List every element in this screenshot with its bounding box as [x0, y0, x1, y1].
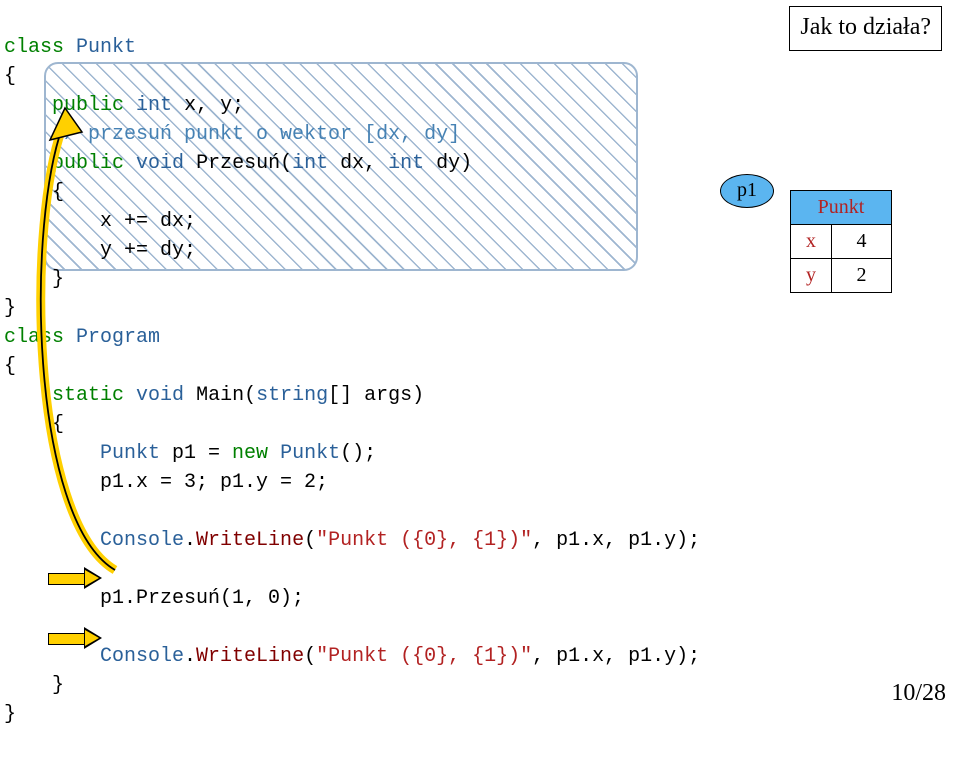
- comment-line: // przesuń punkt o wektor [dx, dy]: [52, 123, 460, 146]
- brace: }: [4, 674, 64, 697]
- var-decl: p1 =: [160, 442, 232, 465]
- object-field-row: x 4: [791, 225, 891, 258]
- writeline-method: WriteLine: [196, 529, 304, 552]
- object-field-value: 2: [832, 259, 891, 292]
- stmt-call: p1.Przesuń(1, 0);: [4, 587, 304, 610]
- object-reference-bubble: p1: [720, 174, 774, 208]
- code-listing: class Punkt { public int x, y; // przesu…: [4, 4, 700, 758]
- main-args: [] args): [328, 384, 424, 407]
- code-pre: class Punkt { public int x, y; // przesu…: [4, 33, 700, 729]
- stmt: y += dy;: [4, 239, 196, 262]
- object-field-row: y 2: [791, 258, 891, 292]
- kw-int: int: [292, 152, 328, 175]
- class-name-punkt: Punkt: [76, 36, 136, 59]
- console-class: Console: [100, 529, 184, 552]
- brace: {: [4, 355, 16, 378]
- brace: }: [4, 703, 16, 726]
- object-field-value: 4: [832, 225, 891, 258]
- object-class-header: Punkt: [791, 191, 891, 225]
- object-structure-box: Punkt x 4 y 2: [790, 190, 892, 293]
- field-decl: x, y;: [172, 94, 244, 117]
- stmt-assign: p1.x = 3; p1.y = 2;: [4, 471, 328, 494]
- kw-int: int: [136, 94, 172, 117]
- brace: }: [4, 297, 16, 320]
- kw-class: class: [4, 326, 64, 349]
- kw-int: int: [388, 152, 424, 175]
- wl-args: , p1.x, p1.y);: [532, 645, 700, 668]
- stmt: x += dx;: [4, 210, 196, 233]
- format-string: "Punkt ({0}, {1})": [316, 529, 532, 552]
- param-dy: dy): [424, 152, 472, 175]
- brace: {: [4, 65, 16, 88]
- kw-void: void: [136, 384, 184, 407]
- kw-new: new: [232, 442, 268, 465]
- page-number: 10/28: [891, 676, 946, 711]
- object-field-name: y: [791, 259, 832, 292]
- main-name: Main(: [184, 384, 256, 407]
- wl-args: , p1.x, p1.y);: [532, 529, 700, 552]
- brace: }: [4, 268, 64, 291]
- kw-public: public: [52, 152, 124, 175]
- kw-void: void: [136, 152, 184, 175]
- type-punkt: Punkt: [100, 442, 160, 465]
- class-name-program: Program: [76, 326, 160, 349]
- console-class: Console: [100, 645, 184, 668]
- ctor-paren: ();: [340, 442, 376, 465]
- ctor-punkt: Punkt: [268, 442, 340, 465]
- kw-class: class: [4, 36, 64, 59]
- method-name: Przesuń(: [184, 152, 292, 175]
- object-field-name: x: [791, 225, 832, 258]
- kw-static: static: [52, 384, 124, 407]
- writeline-method: WriteLine: [196, 645, 304, 668]
- brace: {: [4, 413, 64, 436]
- kw-public: public: [52, 94, 124, 117]
- kw-string: string: [256, 384, 328, 407]
- brace: {: [4, 181, 64, 204]
- annotation-title-box: Jak to działa?: [789, 6, 942, 51]
- format-string: "Punkt ({0}, {1})": [316, 645, 532, 668]
- param-dx: dx,: [328, 152, 388, 175]
